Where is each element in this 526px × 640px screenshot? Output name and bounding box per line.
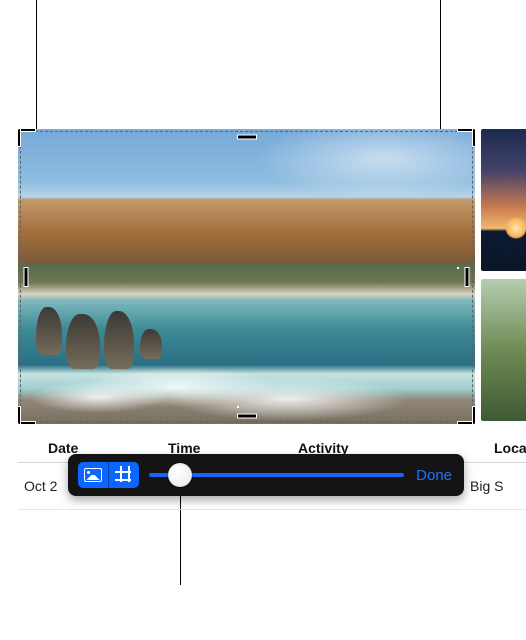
mode-photo-button[interactable] <box>78 462 108 488</box>
crop-icon <box>117 468 131 482</box>
photo-main-art <box>18 129 475 424</box>
photo-main[interactable] <box>18 129 475 424</box>
zoom-slider-thumb[interactable] <box>168 463 192 487</box>
crop-handle-bottom-left[interactable] <box>18 407 35 424</box>
crop-handle-right[interactable] <box>458 268 475 286</box>
callout-line-top-right <box>440 0 441 145</box>
mode-crop-button[interactable] <box>108 462 139 488</box>
zoom-slider[interactable] <box>149 462 404 488</box>
crop-handle-top-left[interactable] <box>18 129 35 146</box>
crop-handle-bottom-right[interactable] <box>458 407 475 424</box>
done-button[interactable]: Done <box>414 467 454 484</box>
photo-icon <box>84 468 102 482</box>
photo-strip <box>18 129 526 424</box>
crop-handle-top[interactable] <box>238 129 256 146</box>
crop-handle-top-right[interactable] <box>458 129 475 146</box>
callout-line-top-left <box>36 0 37 133</box>
crop-handle-bottom[interactable] <box>238 407 256 424</box>
photo-side-2[interactable] <box>481 279 526 421</box>
mode-segmented-control <box>78 462 139 488</box>
crop-handle-left[interactable] <box>18 268 35 286</box>
crop-toolbar: Done <box>68 454 464 496</box>
photo-side-1[interactable] <box>481 129 526 271</box>
